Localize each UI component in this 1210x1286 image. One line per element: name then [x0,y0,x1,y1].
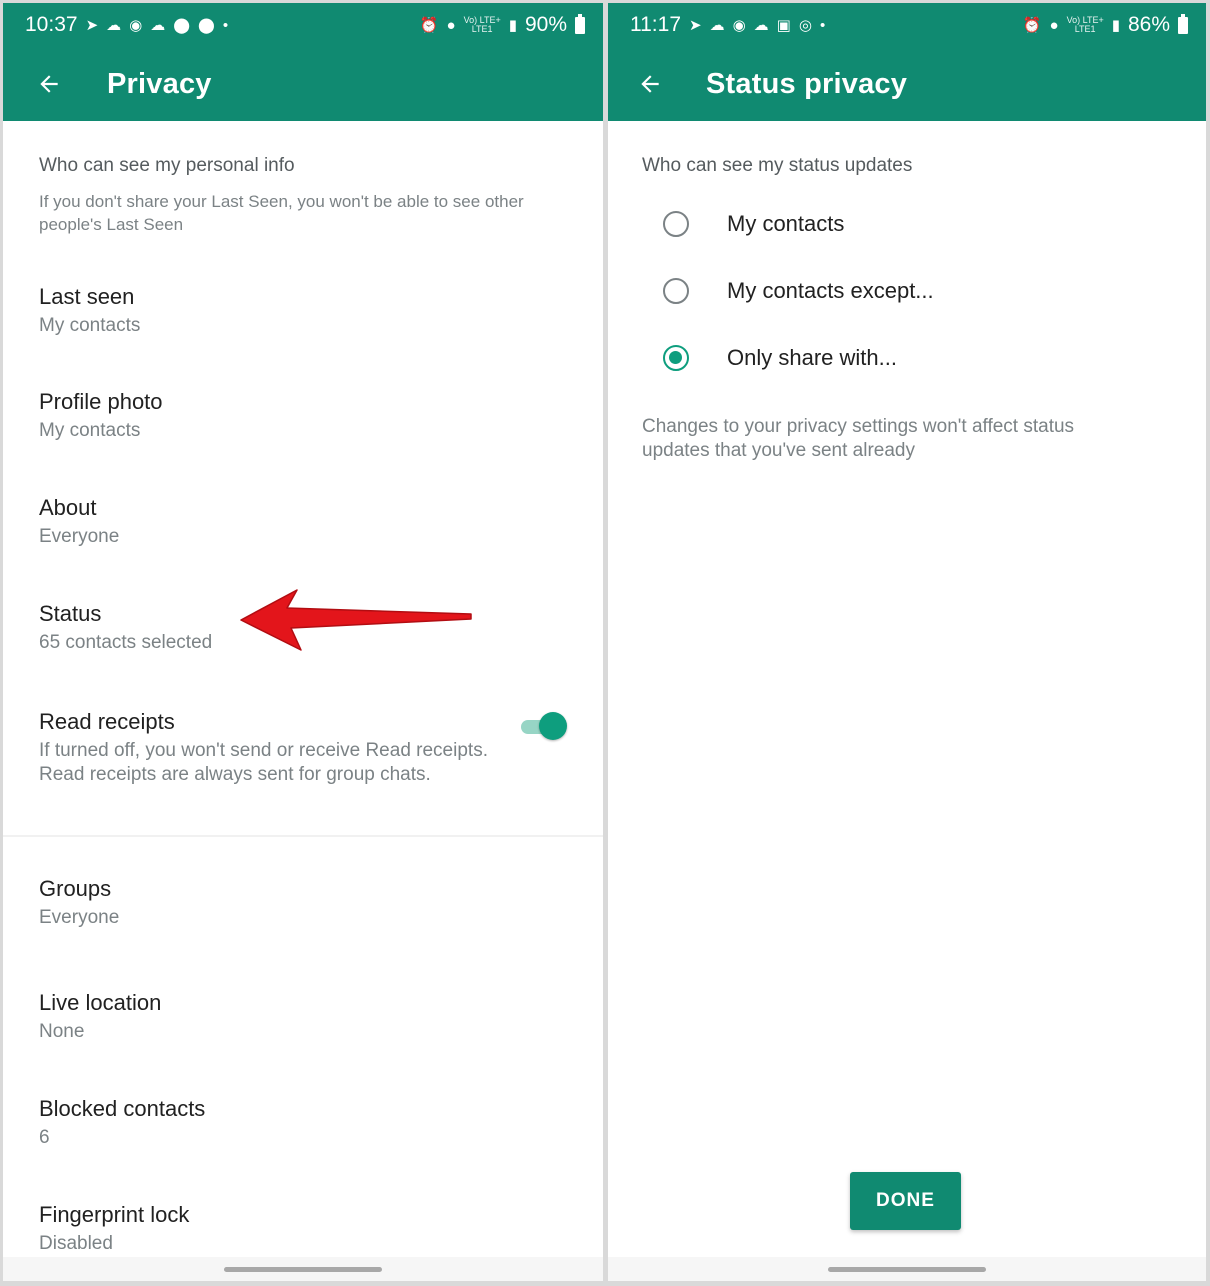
setting-value: My contacts [39,420,141,441]
setting-title: Last seen [39,284,135,309]
option-my-contacts-except[interactable]: My contacts except... [642,257,1170,324]
setting-title: Profile photo [39,389,163,414]
status-bar: 10:37 ➤ ☁ ◉ ☁ ⬤ ⬤ • ⏰ ● Vo) LTE+ LTE1 ▮ 9… [3,3,603,47]
done-button[interactable]: DONE [850,1172,961,1230]
battery-icon [1178,13,1188,34]
gesture-handle[interactable] [828,1267,986,1272]
status-privacy-content: Who can see my status updates My contact… [608,155,1206,463]
setting-about[interactable]: About Everyone [39,448,567,554]
setting-title: Live location [39,990,162,1015]
status-privacy-screen: 11:17 ➤ ☁ ◉ ☁ ▣ ◎ • ⏰ ● Vo) LTE+ LTE1 ▮ 8… [608,3,1206,1281]
alarm-icon: ⏰ [1022,16,1042,34]
message-icon: ◉ [732,16,746,34]
back-arrow-icon [40,75,58,93]
option-only-share-with[interactable]: Only share with... [642,324,1170,391]
radio-button[interactable] [663,277,689,304]
setting-value: My contacts [39,315,141,336]
clock: 10:37 [25,13,78,36]
page-title: Privacy [107,67,212,100]
setting-title: About [39,495,97,520]
option-my-contacts[interactable]: My contacts [642,190,1170,257]
app-notification-icon: ⬤ [173,16,191,34]
setting-description: If turned off, you won't send or receive… [39,740,488,785]
annotation-arrow-icon [240,589,472,651]
instagram-icon: ▣ [776,16,791,34]
gesture-handle[interactable] [224,1267,382,1272]
app-bar: Privacy [3,47,603,121]
app-notification-icon: ⬤ [198,16,215,34]
radio-button[interactable] [663,210,689,237]
privacy-note: Changes to your privacy settings won't a… [642,416,1075,461]
chrome-icon: ◎ [798,16,812,34]
status-audience-options: My contacts My contacts except... Only s… [642,190,1170,391]
back-button[interactable] [31,66,67,102]
battery-percent: 90% [524,13,567,36]
setting-title: Read receipts [39,709,175,734]
status-bar: 11:17 ➤ ☁ ◉ ☁ ▣ ◎ • ⏰ ● Vo) LTE+ LTE1 ▮ 8… [608,3,1206,47]
back-arrow-icon [641,75,659,93]
cloud-icon: ☁ [150,16,166,34]
setting-title: Groups [39,876,112,901]
dot-icon: • [222,16,229,34]
setting-value: Everyone [39,907,120,928]
setting-value: Everyone [39,526,120,547]
privacy-screen: 10:37 ➤ ☁ ◉ ☁ ⬤ ⬤ • ⏰ ● Vo) LTE+ LTE1 ▮ 9… [3,3,603,1281]
cloud-icon: ☁ [753,16,769,34]
section-header: Who can see my personal info [39,155,295,176]
page-title: Status privacy [706,67,908,100]
location-icon: ● [446,16,456,34]
setting-read-receipts[interactable]: Read receipts If turned off, you won't s… [39,660,567,835]
signal-icon: ▮ [508,16,517,34]
setting-value: 6 [39,1127,50,1148]
dot-icon: • [819,16,826,34]
telegram-icon: ➤ [689,16,702,34]
network-indicator: Vo) LTE+ LTE1 [1066,15,1104,34]
setting-profile-photo[interactable]: Profile photo My contacts [39,342,567,448]
radio-button-selected[interactable] [663,344,689,371]
telegram-icon: ➤ [85,16,99,34]
setting-value: None [39,1021,85,1042]
alarm-icon: ⏰ [419,16,439,34]
location-icon: ● [1049,16,1059,34]
setting-fingerprint-lock[interactable]: Fingerprint lock Disabled [39,1155,567,1261]
cloud-icon: ☁ [106,16,122,34]
battery-percent: 86% [1127,13,1170,36]
app-bar: Status privacy [608,47,1206,121]
section-header: Who can see my status updates [642,155,913,176]
clock: 11:17 [630,13,681,36]
toggle-thumb [539,712,567,740]
section-description: If you don't share your Last Seen, you w… [39,192,524,234]
option-label: My contacts [727,210,845,236]
setting-title: Blocked contacts [39,1096,206,1121]
setting-title: Fingerprint lock [39,1202,190,1227]
setting-last-seen[interactable]: Last seen My contacts [39,236,567,342]
battery-icon [575,13,585,34]
read-receipts-toggle[interactable] [521,711,567,741]
privacy-settings-list: Who can see my personal info If you don'… [3,155,603,1261]
option-label: My contacts except... [727,277,934,303]
setting-live-location[interactable]: Live location None [39,943,567,1049]
message-icon: ◉ [129,16,143,34]
setting-value: Disabled [39,1233,113,1254]
signal-icon: ▮ [1111,16,1120,34]
setting-blocked-contacts[interactable]: Blocked contacts 6 [39,1049,567,1155]
option-label: Only share with... [727,344,897,370]
setting-groups[interactable]: Groups Everyone [39,837,567,943]
network-indicator: Vo) LTE+ LTE1 [463,15,501,34]
cloud-icon: ☁ [709,16,725,34]
back-button[interactable] [632,66,668,102]
